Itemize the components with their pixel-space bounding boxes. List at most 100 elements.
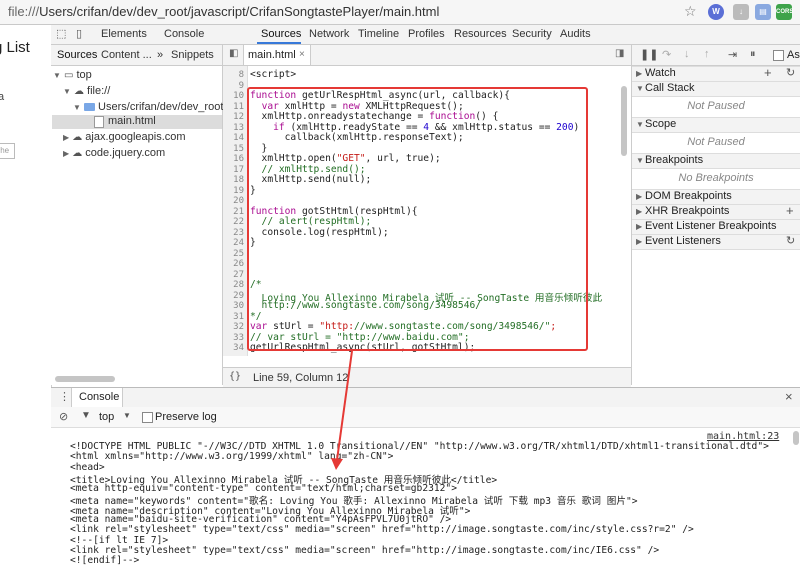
nav-tab-content-scripts[interactable]: Content ... [101,49,152,61]
line-number[interactable]: 34 [224,343,244,353]
preserve-log-checkbox[interactable] [142,412,153,423]
tree-item-file[interactable]: ▼ ☁ file:// [63,85,110,97]
tab-resources[interactable]: Resources [454,28,507,40]
line-number[interactable]: 23 [224,228,244,238]
page-search-input[interactable]: s he [0,143,15,159]
line-number[interactable]: 22 [224,217,244,227]
editor-tab-label: main.html [248,49,296,61]
cloud-icon: ☁ [73,86,84,97]
navigator-scrollbar[interactable] [55,376,115,382]
add-watch-icon[interactable]: + [764,65,772,80]
editor-scrollbar[interactable] [621,86,627,156]
nav-tab-snippets[interactable]: Snippets [171,49,214,61]
line-number[interactable]: 24 [224,238,244,248]
tree-label-jquery: code.jquery.com [85,147,166,159]
console-line: <html xmlns="http://www.w3.org/1999/xhtm… [70,451,394,463]
line-number[interactable]: 14 [224,133,244,143]
tree-item-googleapis[interactable]: ▶ ☁ ajax.googleapis.com [63,131,186,143]
refresh-watch-icon[interactable]: ↻ [786,66,795,79]
tree-label-top: top [76,69,92,81]
url-text[interactable]: file:///Users/crifan/dev/dev_root/javasc… [8,4,439,19]
tree-item-folder[interactable]: ▼ Users/crifan/dev/dev_root/ [73,101,226,113]
line-number[interactable]: 32 [224,322,244,332]
line-number[interactable]: 28 [224,280,244,290]
tab-audits[interactable]: Audits [560,28,591,40]
line-number[interactable]: 26 [224,259,244,269]
line-number[interactable]: 20 [224,196,244,206]
line-number[interactable]: 21 [224,207,244,217]
cors-extension-icon[interactable]: CORS [776,4,793,20]
console-line: <![endif]--> [70,555,140,566]
line-number[interactable]: 27 [224,270,244,280]
tree-item-main-html[interactable]: main.html [52,115,222,129]
tree-item-jquery[interactable]: ▶ ☁ code.jquery.com [63,147,165,159]
tab-security[interactable]: Security [512,28,552,40]
line-number[interactable]: 30 [224,301,244,311]
more-tabs-icon[interactable]: » [157,49,163,61]
section-label: Call Stack [645,82,695,94]
line-number[interactable]: 12 [224,112,244,122]
inspect-icon[interactable]: ⬚ [56,27,66,40]
context-select[interactable]: top [99,411,114,423]
section-xhr-breakpoints[interactable]: ▶ XHR Breakpoints + [632,203,800,220]
line-number[interactable]: 11 [224,102,244,112]
section-scope[interactable]: ▼ Scope [632,117,800,133]
extension-blue-icon[interactable]: ▤ [755,4,771,20]
toggle-navigator-icon[interactable]: ◧ [229,48,238,59]
refresh-listeners-icon[interactable]: ↻ [786,234,795,247]
tab-sources[interactable]: Sources [261,28,301,40]
star-icon[interactable]: ☆ [684,3,697,20]
step-over-icon[interactable]: ↷ [662,48,671,61]
pretty-print-icon[interactable]: {} [229,371,241,382]
tab-profiles[interactable]: Profiles [408,28,445,40]
chevron-down-icon[interactable]: ▼ [123,411,131,420]
tab-elements[interactable]: Elements [101,28,147,40]
step-into-icon[interactable]: ↓ [684,48,690,60]
console-scrollbar[interactable] [793,431,799,445]
drawer-tab-console[interactable]: Console [71,388,123,407]
section-dom-breakpoints[interactable]: ▶ DOM Breakpoints [632,189,800,205]
tab-console[interactable]: Console [164,28,204,40]
tree-item-top[interactable]: ▼ ▭ top [53,69,92,81]
clear-console-icon[interactable]: ⊘ [59,410,68,423]
filter-icon[interactable]: ▼ [81,410,91,421]
close-tab-icon[interactable]: × [299,49,305,60]
tab-timeline[interactable]: Timeline [358,28,399,40]
address-bar[interactable]: file:///Users/crifan/dev/dev_root/javasc… [0,0,800,25]
line-number[interactable]: 33 [224,333,244,343]
url-path: Users/crifan/dev/dev_root/javascript/Cri… [39,4,440,19]
download-icon[interactable]: ↓ [733,4,749,20]
line-number[interactable]: 10 [224,91,244,101]
line-number[interactable]: 29 [224,291,244,301]
line-number[interactable]: 15 [224,144,244,154]
line-number[interactable]: 19 [224,186,244,196]
page-text: a [0,91,4,103]
line-number[interactable]: 18 [224,175,244,185]
section-breakpoints[interactable]: ▼ Breakpoints [632,153,800,169]
section-event-listener-breakpoints[interactable]: ▶ Event Listener Breakpoints [632,219,800,235]
pause-icon[interactable]: ❚❚ [640,48,658,61]
close-drawer-icon[interactable]: × [785,389,793,404]
line-number[interactable]: 8 [224,70,244,80]
line-number[interactable]: 9 [224,81,244,91]
line-number[interactable]: 16 [224,154,244,164]
pause-on-exceptions-icon[interactable]: ⏸ [750,48,756,61]
tab-network[interactable]: Network [309,28,349,40]
section-event-listeners[interactable]: ▶ Event Listeners ↻ [632,234,800,250]
line-number[interactable]: 17 [224,165,244,175]
line-number[interactable]: 31 [224,312,244,322]
toggle-debugger-icon[interactable]: ◨ [615,48,624,59]
extension-icon[interactable]: W [708,4,724,20]
line-number[interactable]: 13 [224,123,244,133]
deactivate-breakpoints-icon[interactable]: ⇥ [728,48,737,61]
async-checkbox[interactable] [773,50,784,61]
section-watch[interactable]: ▶ Watch + ↻ [632,65,800,82]
nav-tab-sources[interactable]: Sources [57,49,97,61]
section-call-stack[interactable]: ▼ Call Stack [632,81,800,97]
editor-tab-main-html[interactable]: main.html × [243,45,311,65]
step-out-icon[interactable]: ↑ [704,48,710,60]
add-xhr-breakpoint-icon[interactable]: + [786,203,794,218]
line-number[interactable]: 25 [224,249,244,259]
drawer-menu-icon[interactable]: ⋮ [59,390,70,403]
device-mode-icon[interactable]: ▯ [76,27,82,40]
